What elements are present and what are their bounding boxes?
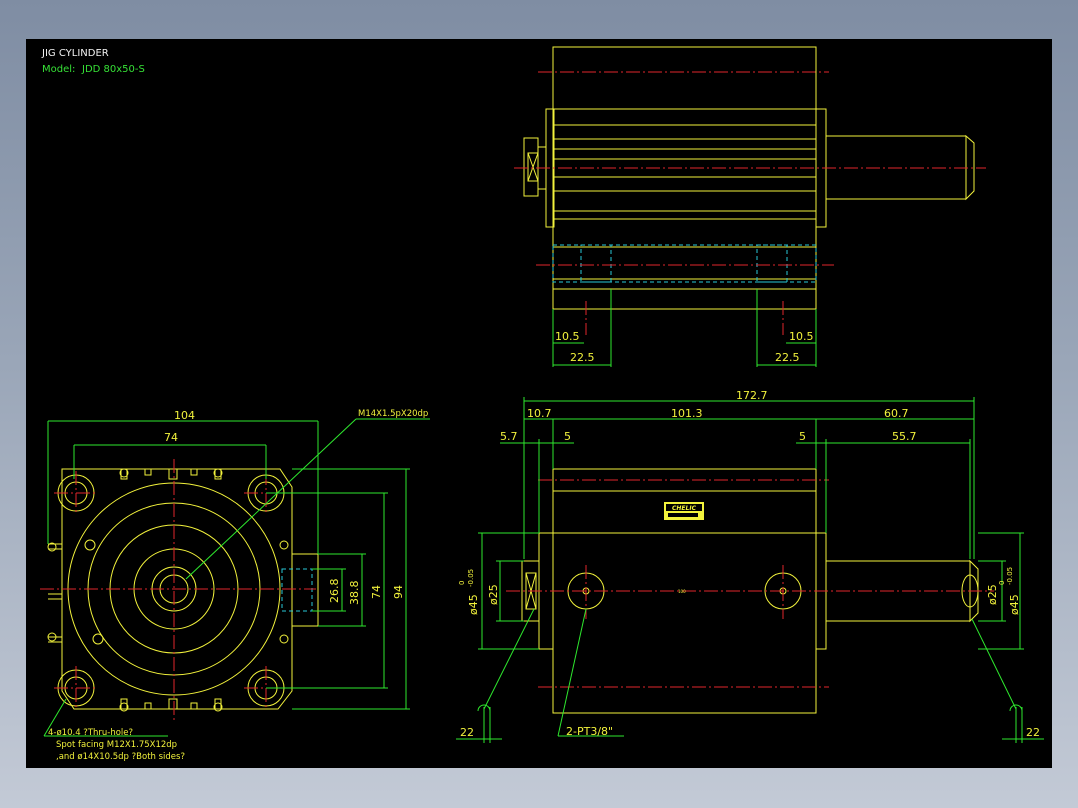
cad-drawing: JIG CYLINDER Model: JDD 80x50-S 10.5 10.… (40, 46, 1044, 762)
top-view: 10.5 10.5 22.5 22.5 (514, 46, 986, 367)
mount-note-3: ,and ø14X10.5dp ?Both sides? (56, 752, 185, 762)
dim-top-left-small: 10.5 (555, 330, 580, 343)
mount-holes (57, 474, 285, 707)
dim-side-bore-left: ø25 (487, 584, 500, 605)
dim-side-seg-b: 101.3 (671, 407, 703, 420)
dim-end-port-b: 38.8 (348, 581, 361, 606)
brand-plate: CHELIC (664, 502, 704, 520)
dim-side-right-tol: ø45 (1008, 594, 1021, 615)
dim-side-tol-left: -0.05 (467, 569, 475, 587)
dim-side-right-bottom: 22 (1026, 726, 1040, 739)
dim-side-small-c: 5 (799, 430, 806, 443)
side-view: 100 CHELIC 172.7 10.7 101.3 60.7 5.7 5 5… (456, 389, 1044, 743)
dim-end-width-outer: 104 (174, 409, 195, 422)
dim-end-height-outer: 94 (392, 585, 405, 599)
dim-side-seg-a: 10.7 (527, 407, 552, 420)
port-note: 2-PT3/8" (566, 725, 613, 738)
dim-side-small-b: 5 (564, 430, 571, 443)
mount-note-2: Spot facing M12X1.75X12dp (56, 740, 177, 750)
dim-side-left-tol: ø45 (467, 594, 480, 615)
model-value: JDD 80x50-S (81, 64, 145, 75)
dim-end-height-inner: 74 (370, 585, 383, 599)
dim-end-width-inner: 74 (164, 431, 178, 444)
center-mark: 100 (678, 589, 686, 594)
dim-side-seg-d: 55.7 (892, 430, 917, 443)
drawing-title: JIG CYLINDER (41, 48, 109, 59)
model-label: Model: (42, 64, 75, 75)
dim-side-small-a: 5.7 (500, 430, 518, 443)
dim-top-left-large: 22.5 (570, 351, 595, 364)
mount-note-1: 4-ø10.4 ?Thru-hole? (48, 728, 133, 738)
dim-end-port-a: 26.8 (328, 579, 341, 604)
dim-side-tol-zero-right: 0 (998, 581, 1006, 585)
dim-side-tol-right: -0.05 (1006, 567, 1014, 585)
dim-top-right-large: 22.5 (775, 351, 800, 364)
dim-side-left-bottom: 22 (460, 726, 474, 739)
thread-note: M14X1.5pX20dp (358, 409, 428, 419)
dim-side-bore-right: ø25 (986, 584, 999, 605)
dim-top-right-small: 10.5 (789, 330, 814, 343)
cad-viewport[interactable]: JIG CYLINDER Model: JDD 80x50-S 10.5 10.… (26, 39, 1052, 768)
dim-side-tol-zero-left: 0 (458, 581, 466, 585)
dim-side-seg-c: 60.7 (884, 407, 909, 420)
dim-side-overall: 172.7 (736, 389, 768, 402)
brand-label: CHELIC (672, 505, 697, 512)
end-view: 104 74 94 74 38.8 26.8 M14X1.5pX20dp 4-ø… (40, 409, 430, 762)
